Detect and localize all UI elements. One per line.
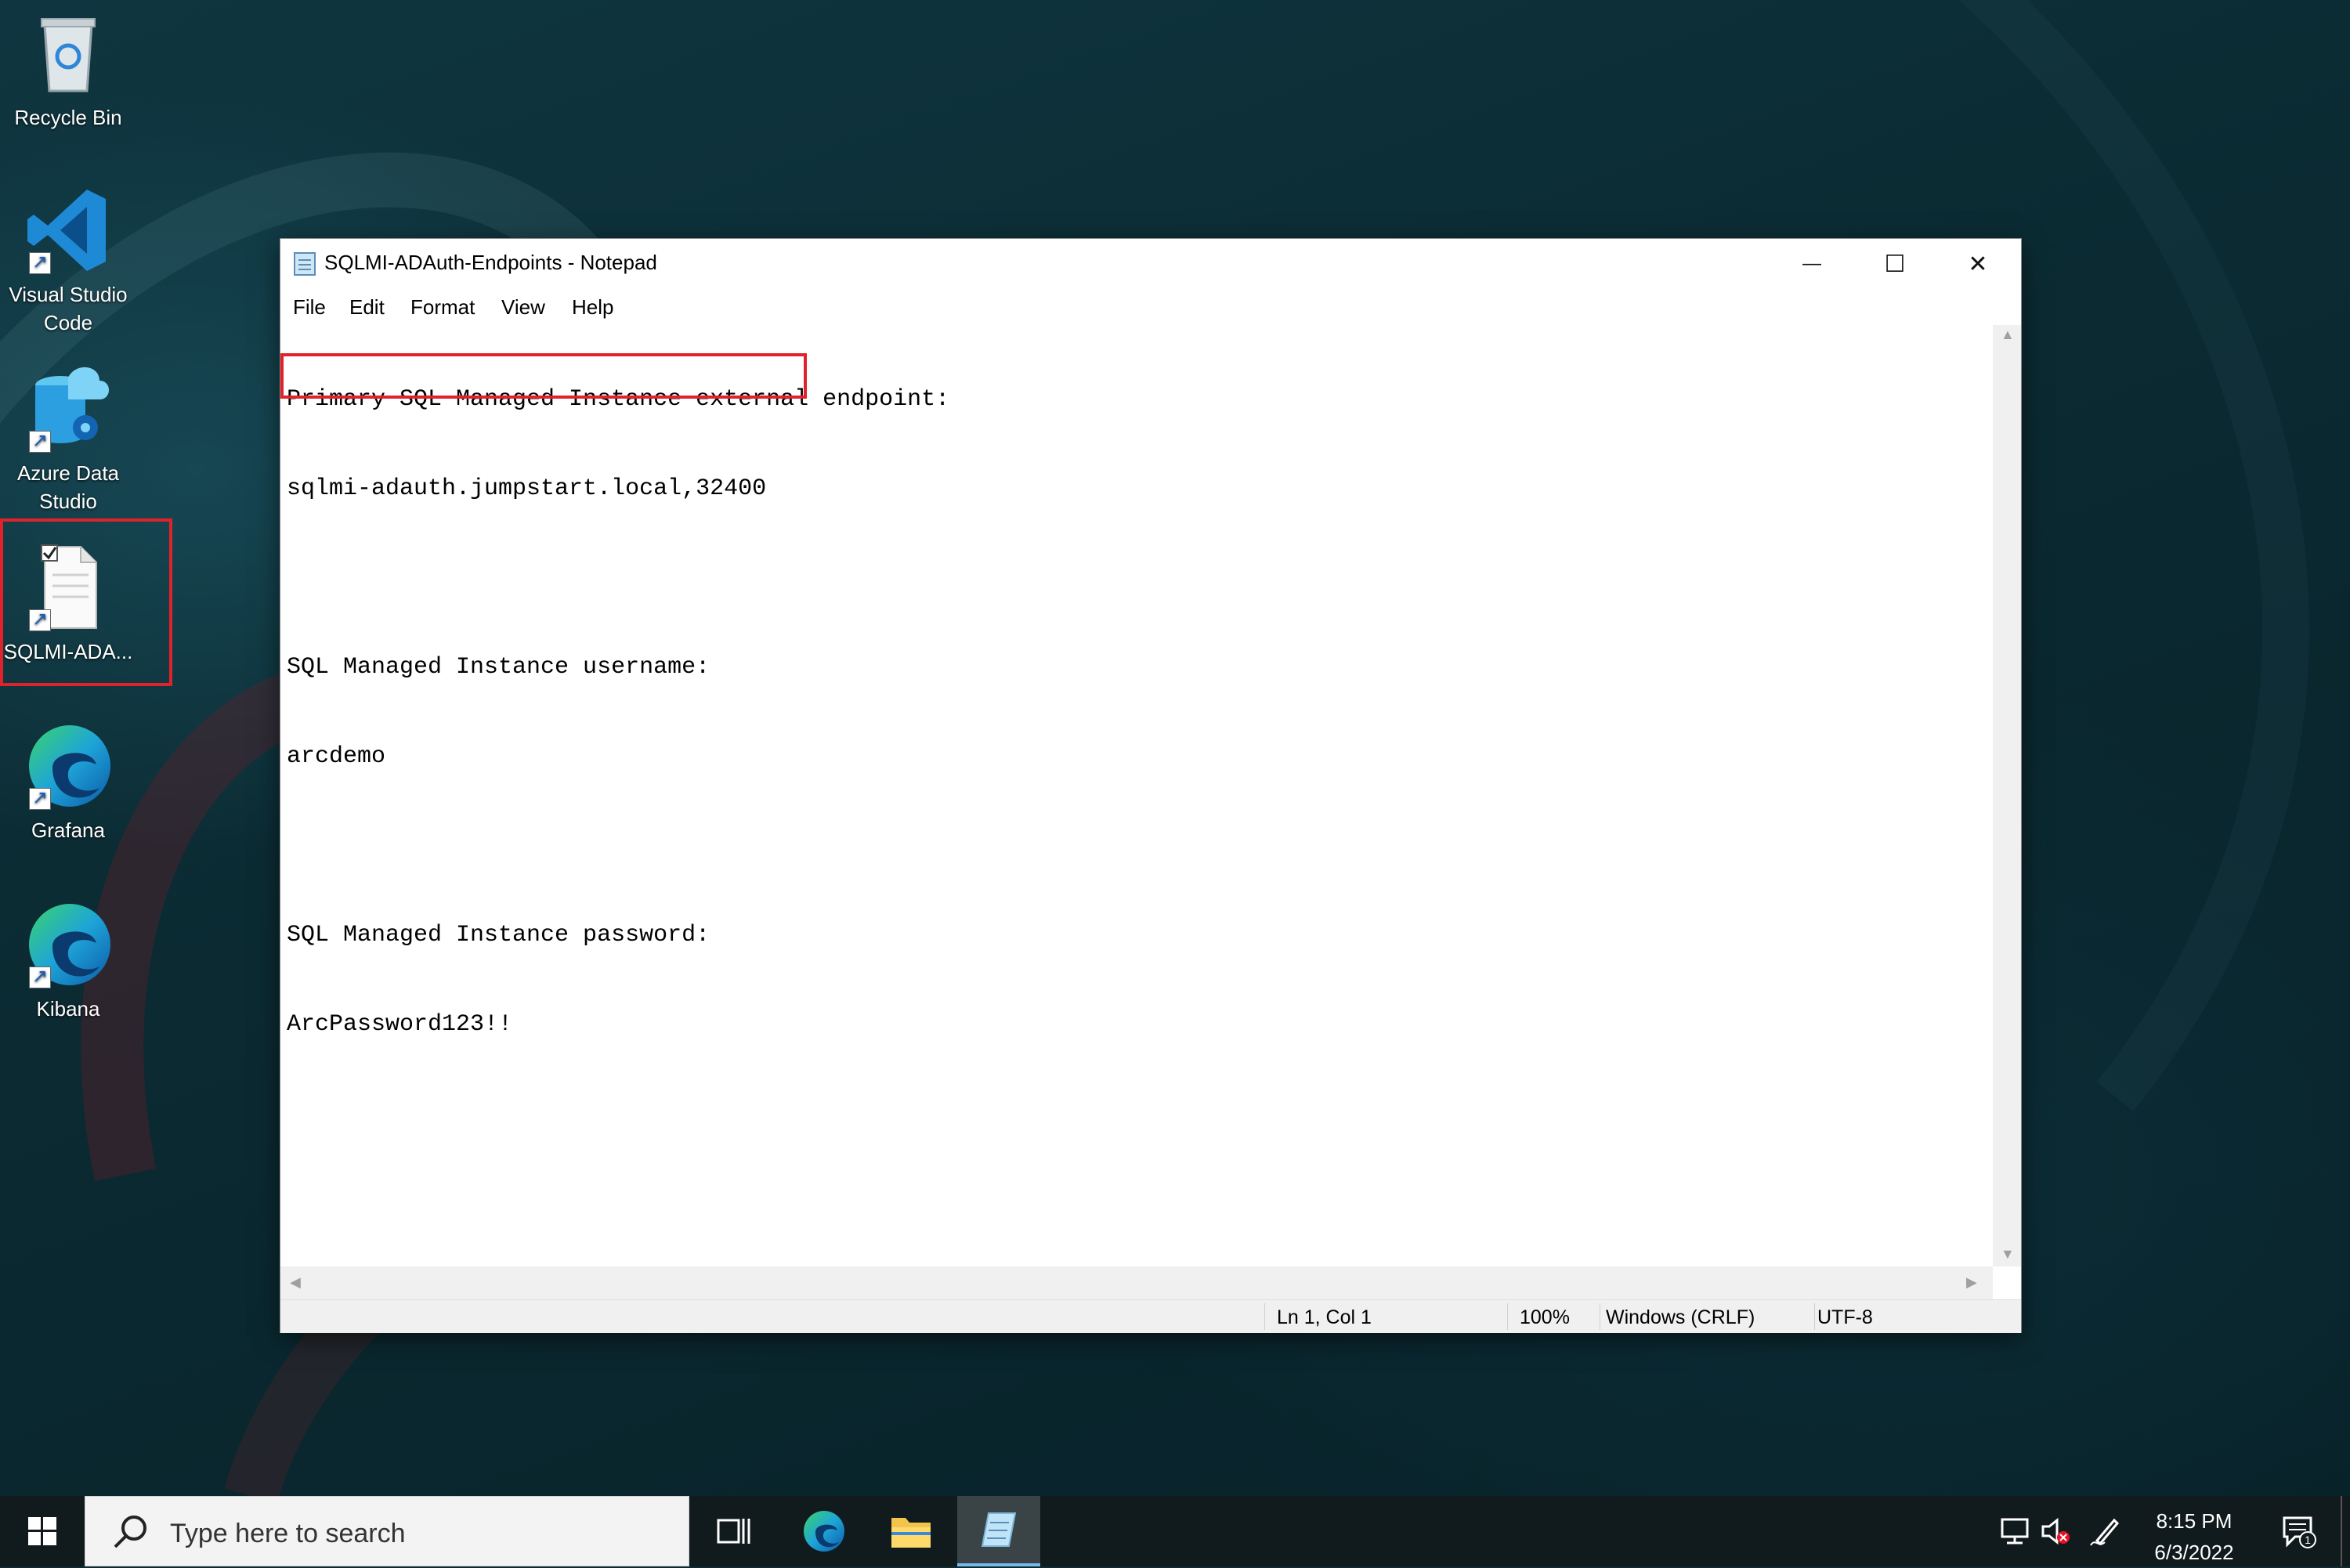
shortcut-arrow-icon [29, 248, 51, 276]
scroll-right-icon[interactable]: ▶ [1966, 1274, 1977, 1291]
clock-date: 6/3/2022 [2154, 1541, 2234, 1564]
notification-count: 1 [2305, 1534, 2311, 1546]
edge-icon [804, 1511, 844, 1552]
status-divider [1814, 1303, 1815, 1330]
zoom-level: 100% [1520, 1306, 1570, 1328]
scroll-down-icon[interactable]: ▼ [2001, 1246, 2015, 1263]
icon-highlight-box [0, 518, 172, 686]
recycle-bin-icon [21, 6, 115, 100]
minimize-icon: — [1802, 253, 1821, 274]
cursor-position: Ln 1, Col 1 [1277, 1306, 1372, 1328]
title-bar[interactable]: SQLMI-ADAuth-Endpoints - Notepad — ☐ ✕ [280, 239, 2021, 289]
text-line [287, 563, 1987, 593]
notepad-icon [981, 1512, 1017, 1547]
desktop-icon-kibana[interactable]: Kibana [2, 898, 135, 1023]
desktop-icon-label: Grafana [31, 818, 105, 842]
vscode-icon [21, 183, 115, 277]
menu-file[interactable]: File [293, 295, 326, 320]
text-line: SQL Managed Instance password: [287, 922, 710, 948]
close-button[interactable]: ✕ [1936, 239, 2019, 289]
network-icon[interactable] [1996, 1496, 2034, 1566]
menu-bar: File Edit Format View Help [280, 289, 2021, 325]
minimize-button[interactable]: — [1770, 239, 1853, 289]
desktop-icon-recycle-bin[interactable]: Recycle Bin [2, 6, 135, 132]
desktop-icon-label: Recycle Bin [14, 106, 122, 129]
notification-icon: 1 [2283, 1516, 2316, 1548]
desktop-icon-grafana[interactable]: Grafana [2, 719, 135, 844]
desktop-icon-label: Kibana [36, 997, 100, 1021]
text-line: SQL Managed Instance username: [287, 654, 710, 681]
start-button[interactable] [0, 1496, 85, 1566]
search-icon [114, 1516, 146, 1548]
show-desktop-button[interactable] [2341, 1496, 2342, 1566]
volume-muted-icon[interactable] [2037, 1496, 2074, 1566]
maximize-icon: ☐ [1884, 251, 1906, 277]
edge-icon [21, 719, 115, 813]
shortcut-arrow-icon [29, 427, 51, 455]
vertical-scrollbar[interactable]: ▲ ▼ [1993, 325, 2021, 1266]
notifications-button[interactable]: 1 [2272, 1496, 2326, 1566]
clock-time: 8:15 PM [2156, 1509, 2232, 1533]
taskbar-file-explorer[interactable] [870, 1496, 953, 1566]
desktop-icon-vscode[interactable]: Visual Studio Code [2, 183, 135, 337]
menu-edit[interactable]: Edit [349, 295, 385, 320]
taskbar-edge[interactable] [782, 1496, 865, 1566]
azure-data-studio-icon [21, 362, 115, 456]
encoding: UTF-8 [1817, 1306, 1873, 1328]
desktop-icon-label: Azure Data Studio [16, 461, 120, 513]
desktop: Recycle Bin Visual Studio Code Azure Dat… [0, 0, 2350, 1496]
menu-help[interactable]: Help [572, 295, 613, 320]
folder-icon [891, 1518, 931, 1548]
taskbar-search[interactable]: Type here to search [85, 1496, 689, 1566]
edge-icon [21, 898, 115, 992]
notepad-icon [291, 250, 318, 276]
line-ending: Windows (CRLF) [1606, 1306, 1755, 1328]
task-view-icon [717, 1519, 750, 1544]
menu-format[interactable]: Format [410, 295, 475, 320]
text-line: arcdemo [287, 743, 386, 770]
shortcut-arrow-icon [29, 963, 51, 991]
menu-view[interactable]: View [501, 295, 545, 320]
notepad-window: SQLMI-ADAuth-Endpoints - Notepad — ☐ ✕ F… [280, 239, 2021, 1333]
taskbar-notepad[interactable] [957, 1496, 1040, 1566]
maximize-button[interactable]: ☐ [1853, 239, 1936, 289]
windows-logo-icon [28, 1517, 56, 1545]
status-divider [1264, 1303, 1265, 1330]
scroll-up-icon[interactable]: ▲ [2001, 327, 2015, 343]
taskbar: Type here to search 8:15 PM 6/3/2022 1 [0, 1496, 2350, 1566]
scroll-left-icon[interactable]: ◀ [290, 1274, 301, 1291]
text-line [287, 831, 1987, 861]
status-divider [1507, 1303, 1508, 1330]
text-line: ArcPassword123!! [287, 1011, 513, 1038]
pen-workspace-icon[interactable] [2085, 1496, 2124, 1566]
desktop-icon-label: Visual Studio Code [9, 283, 128, 334]
close-icon: ✕ [1968, 251, 1988, 277]
status-bar: Ln 1, Col 1 100% Windows (CRLF) UTF-8 [280, 1299, 2021, 1333]
shortcut-arrow-icon [29, 784, 51, 812]
clock[interactable]: 8:15 PM 6/3/2022 [2128, 1505, 2261, 1568]
window-title: SQLMI-ADAuth-Endpoints - Notepad [324, 251, 657, 274]
desktop-icon-azure-data-studio[interactable]: Azure Data Studio [2, 362, 135, 515]
search-placeholder: Type here to search [170, 1519, 406, 1548]
task-view-button[interactable] [692, 1496, 776, 1566]
horizontal-scrollbar[interactable]: ◀ ▶ [280, 1266, 1993, 1299]
endpoint-highlight-box [280, 353, 807, 399]
text-line: sqlmi-adauth.jumpstart.local,32400 [287, 475, 767, 502]
text-editor[interactable]: Primary SQL Managed Instance external en… [287, 325, 1987, 1265]
